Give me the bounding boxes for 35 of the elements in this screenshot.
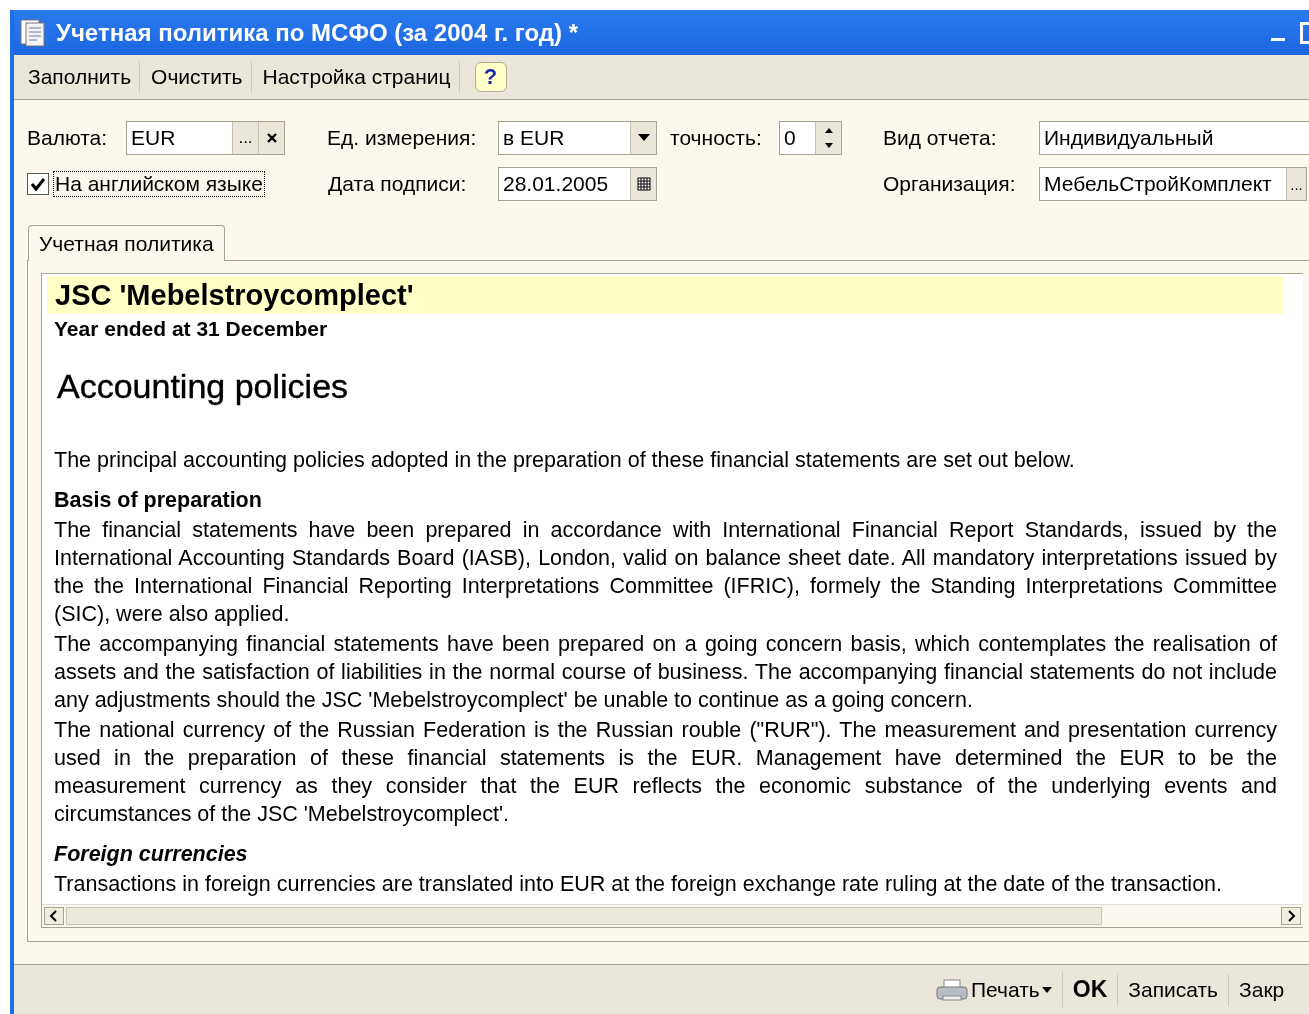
field-label: Вид отчета: xyxy=(883,126,998,150)
currency-field[interactable]: EUR ... xyxy=(126,121,285,155)
paragraph: The national currency of the Russian Federation is the Russian rouble ("RUR"). The measurement and presentation currency used in the preparation of these financial statements is the EUR. Management have determined the EUR to be the measurement currency as they consider that the EUR reflects the economic substance of the underlying events and circumstances of the JSC 'Mebelstroycomplect'. xyxy=(53,717,1278,828)
checkbox-label: На английском языке xyxy=(53,171,265,197)
footer-button[interactable]: Закр xyxy=(1228,973,1295,1006)
paragraph: The financial statements have been prepared in accordance with International Financial Report Standards, issued by the International Accounting Standards Board (IASB), London, valid on balance sheet date. All mandatory interpretations issued by the the International Financial Reporting Interpretations Committee (IFRIC), formely the Standing Interpretations Committee (SIC), were also applied. xyxy=(53,517,1278,628)
tab[interactable]: Учетная политика xyxy=(28,225,225,261)
report-type-field[interactable]: Индивидуальный xyxy=(1039,121,1309,155)
toolbar-button[interactable]: Очистить xyxy=(143,61,252,93)
paragraph: The principal accounting policies adopted in the preparation of these financial statements are set out below. xyxy=(53,447,1076,474)
field-label: Ед. измерения: xyxy=(327,126,478,150)
footer-button[interactable]: Записать xyxy=(1117,973,1229,1006)
print-button[interactable]: Печать xyxy=(925,973,1062,1006)
field-label: Организация: xyxy=(883,172,1017,196)
section-heading: Foreign currencies xyxy=(53,841,249,868)
precision-spinner[interactable]: 0 xyxy=(779,121,842,155)
document-heading: Accounting policies xyxy=(56,366,350,406)
field-label: Валюта: xyxy=(27,126,109,150)
toolbar-button[interactable]: Заполнить xyxy=(20,61,141,93)
section-heading: Basis of preparation xyxy=(53,487,263,514)
organization-field[interactable]: МебельСтройКомплект ... xyxy=(1039,167,1307,201)
help-button[interactable]: ? xyxy=(474,62,507,92)
paragraph: Transactions in foreign currencies are translated into EUR at the foreign exchange rate ruling at the date of the transaction. xyxy=(53,871,1224,898)
field-label: Дата подписи: xyxy=(328,172,468,196)
field-label: точность: xyxy=(670,126,763,150)
choose-button[interactable]: ... xyxy=(232,122,258,154)
date-field[interactable]: 28.01.2005 xyxy=(498,167,657,201)
choose-button[interactable]: ... xyxy=(1286,168,1306,200)
window-title: Учетная политика по МСФО (за 2004 г. год) * xyxy=(56,18,580,47)
toolbar-button[interactable]: Настройка страниц xyxy=(254,61,460,93)
paragraph: The accompanying financial statements have been prepared on a going concern basis, which contemplates the realisation of assets and the satisfaction of liabilities in the normal course of business. The accompanying financial statements do not include any adjustments should the JSC 'Mebelstroycomplect' be unable to continue as a going concern. xyxy=(53,631,1278,714)
units-dropdown[interactable]: в EUR xyxy=(498,121,657,155)
period-subtitle: Year ended at 31 December xyxy=(53,316,329,342)
footer-button[interactable]: OK xyxy=(1061,972,1118,1007)
company-name: JSC 'Mebelstroycomplect' xyxy=(47,276,1284,314)
